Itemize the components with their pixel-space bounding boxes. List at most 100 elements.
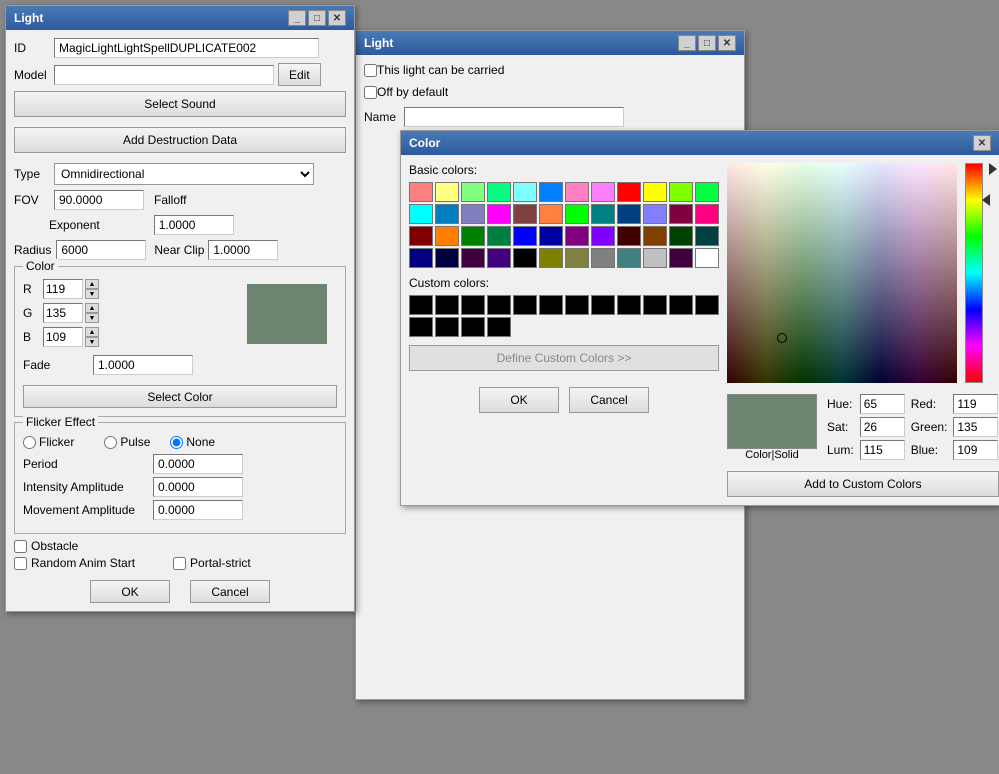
custom-color-cell[interactable]: [565, 295, 589, 315]
basic-color-cell[interactable]: [435, 204, 459, 224]
custom-color-cell[interactable]: [513, 295, 537, 315]
basic-color-cell[interactable]: [539, 248, 563, 268]
basic-color-cell[interactable]: [669, 204, 693, 224]
basic-color-cell[interactable]: [617, 204, 641, 224]
basic-color-cell[interactable]: [591, 248, 615, 268]
define-custom-btn[interactable]: Define Custom Colors >>: [409, 345, 719, 371]
light-close-btn[interactable]: ✕: [328, 10, 346, 26]
pulse-radio[interactable]: [104, 436, 117, 449]
select-sound-button[interactable]: Select Sound: [14, 91, 346, 117]
cancel-button[interactable]: Cancel: [190, 580, 270, 603]
g-up-btn[interactable]: ▲: [85, 303, 99, 313]
basic-color-cell[interactable]: [461, 248, 485, 268]
fov-input[interactable]: [54, 190, 144, 210]
r-up-btn[interactable]: ▲: [85, 279, 99, 289]
b-up-btn[interactable]: ▲: [85, 327, 99, 337]
select-color-button[interactable]: Select Color: [23, 385, 337, 408]
basic-color-cell[interactable]: [643, 182, 667, 202]
basic-color-cell[interactable]: [435, 226, 459, 246]
basic-color-cell[interactable]: [591, 226, 615, 246]
b-down-btn[interactable]: ▼: [85, 337, 99, 347]
edit-button[interactable]: Edit: [278, 63, 321, 86]
basic-color-cell[interactable]: [617, 226, 641, 246]
r-input[interactable]: [43, 279, 83, 299]
basic-color-cell[interactable]: [591, 204, 615, 224]
id-input[interactable]: [54, 38, 319, 58]
blue-input[interactable]: [953, 440, 998, 460]
basic-color-cell[interactable]: [409, 226, 433, 246]
radius-input[interactable]: [56, 240, 146, 260]
basic-color-cell[interactable]: [643, 248, 667, 268]
basic-color-cell[interactable]: [513, 248, 537, 268]
light-maximize-btn[interactable]: □: [308, 10, 326, 26]
random-anim-checkbox[interactable]: [14, 557, 27, 570]
fade-input[interactable]: [93, 355, 193, 375]
basic-color-cell[interactable]: [669, 248, 693, 268]
basic-color-cell[interactable]: [695, 226, 719, 246]
name-input[interactable]: [404, 107, 624, 127]
off-default-checkbox[interactable]: [364, 86, 377, 99]
basic-color-cell[interactable]: [539, 182, 563, 202]
basic-color-cell[interactable]: [461, 204, 485, 224]
type-dropdown[interactable]: Omnidirectional: [54, 163, 314, 185]
intensity-input[interactable]: [153, 477, 243, 497]
color-spectrum[interactable]: [727, 163, 957, 383]
custom-color-cell[interactable]: [409, 295, 433, 315]
hue-input[interactable]: [860, 394, 905, 414]
custom-color-cell[interactable]: [409, 317, 433, 337]
movement-input[interactable]: [153, 500, 243, 520]
basic-color-cell[interactable]: [565, 248, 589, 268]
basic-color-cell[interactable]: [669, 182, 693, 202]
g-input[interactable]: [43, 303, 83, 323]
custom-color-cell[interactable]: [643, 295, 667, 315]
basic-color-cell[interactable]: [461, 226, 485, 246]
lum-input[interactable]: [860, 440, 905, 460]
r-down-btn[interactable]: ▼: [85, 289, 99, 299]
basic-color-cell[interactable]: [461, 182, 485, 202]
basic-color-cell[interactable]: [487, 182, 511, 202]
color-cancel-btn[interactable]: Cancel: [569, 387, 649, 413]
carried-checkbox[interactable]: [364, 64, 377, 77]
none-radio[interactable]: [170, 436, 183, 449]
custom-color-cell[interactable]: [695, 295, 719, 315]
basic-color-cell[interactable]: [565, 204, 589, 224]
basic-color-cell[interactable]: [409, 182, 433, 202]
model-input[interactable]: [54, 65, 274, 85]
basic-color-cell[interactable]: [695, 204, 719, 224]
near-clip-input[interactable]: [208, 240, 278, 260]
bg-minimize-btn[interactable]: _: [678, 35, 696, 51]
custom-color-cell[interactable]: [461, 317, 485, 337]
add-destruction-button[interactable]: Add Destruction Data: [14, 127, 346, 153]
custom-color-cell[interactable]: [487, 317, 511, 337]
flicker-radio[interactable]: [23, 436, 36, 449]
basic-color-cell[interactable]: [617, 182, 641, 202]
hue-bar[interactable]: [965, 163, 983, 383]
falloff-input[interactable]: [154, 215, 234, 235]
sat-input[interactable]: [860, 417, 905, 437]
custom-color-cell[interactable]: [435, 317, 459, 337]
color-dialog-close-btn[interactable]: ✕: [973, 135, 991, 151]
b-input[interactable]: [43, 327, 83, 347]
green-input[interactable]: [953, 417, 998, 437]
basic-color-cell[interactable]: [565, 226, 589, 246]
custom-color-cell[interactable]: [669, 295, 693, 315]
basic-color-cell[interactable]: [487, 226, 511, 246]
basic-color-cell[interactable]: [539, 204, 563, 224]
basic-color-cell[interactable]: [435, 248, 459, 268]
basic-color-cell[interactable]: [409, 204, 433, 224]
basic-color-cell[interactable]: [643, 204, 667, 224]
basic-color-cell[interactable]: [513, 226, 537, 246]
g-down-btn[interactable]: ▼: [85, 313, 99, 323]
custom-color-cell[interactable]: [591, 295, 615, 315]
basic-color-cell[interactable]: [435, 182, 459, 202]
light-minimize-btn[interactable]: _: [288, 10, 306, 26]
basic-color-cell[interactable]: [669, 226, 693, 246]
basic-color-cell[interactable]: [539, 226, 563, 246]
color-ok-btn[interactable]: OK: [479, 387, 559, 413]
basic-color-cell[interactable]: [487, 204, 511, 224]
basic-color-cell[interactable]: [695, 182, 719, 202]
basic-color-cell[interactable]: [695, 248, 719, 268]
obstacle-checkbox[interactable]: [14, 540, 27, 553]
period-input[interactable]: [153, 454, 243, 474]
custom-color-cell[interactable]: [539, 295, 563, 315]
